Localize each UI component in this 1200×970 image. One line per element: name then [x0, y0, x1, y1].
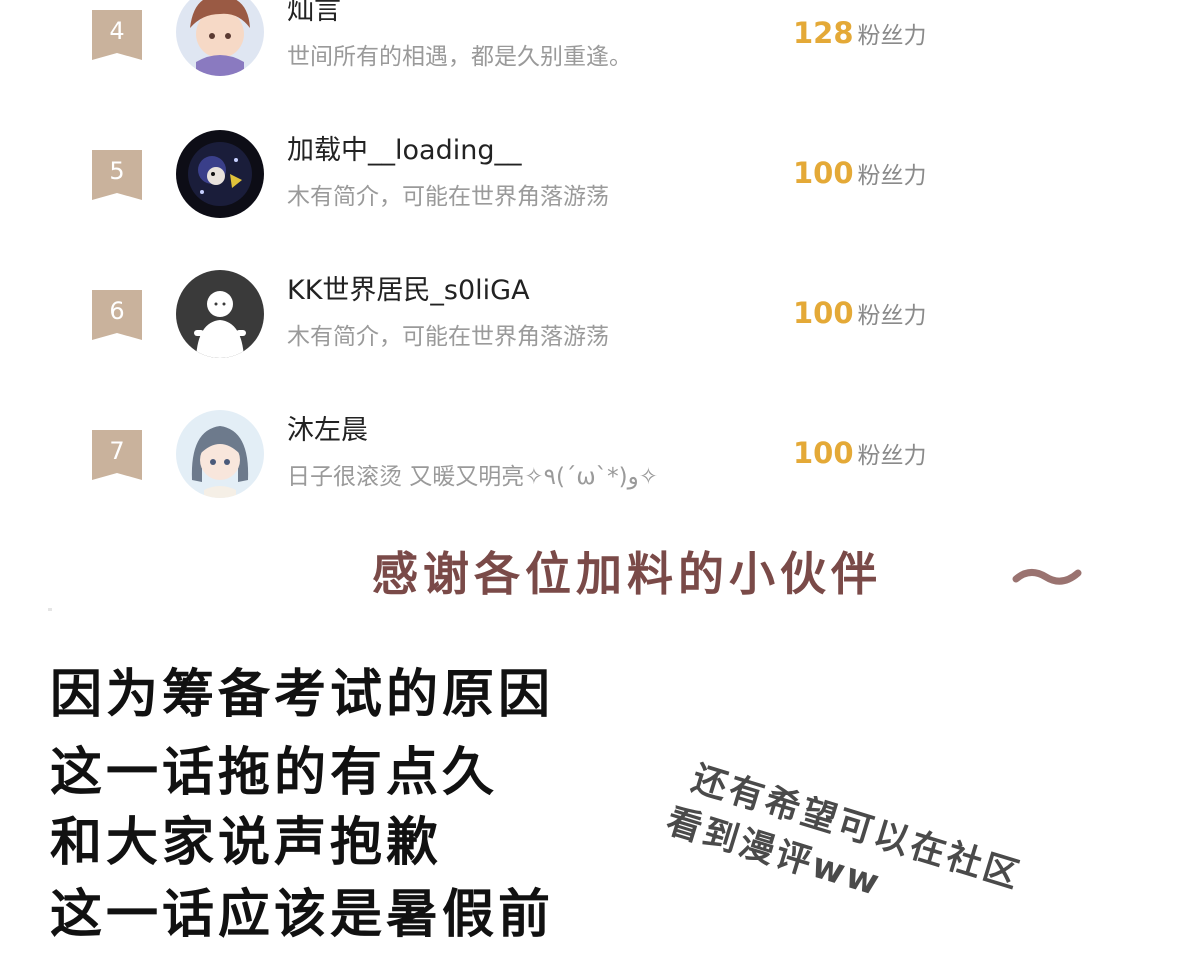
fans-power: 100 粉丝力 [793, 436, 927, 470]
user-bio: 木有简介，可能在世界角落游荡 [287, 184, 609, 210]
rank-number: 5 [109, 157, 125, 185]
anime-girl-avatar-icon [176, 410, 264, 498]
fans-value: 100 [793, 296, 854, 330]
anime-boy-avatar-icon [176, 0, 264, 76]
user-name[interactable]: KK世界居民_s0liGA [287, 274, 530, 308]
fans-value: 128 [793, 16, 854, 50]
fans-power: 128 粉丝力 [793, 16, 927, 50]
side-note: 还有希望可以在社区 看到漫评ww [662, 755, 1102, 970]
user-name[interactable]: 加载中__loading__ [287, 134, 521, 168]
avatar[interactable] [176, 410, 264, 498]
fans-power: 100 粉丝力 [793, 156, 927, 190]
fans-value: 100 [793, 436, 854, 470]
leaderboard-row[interactable]: 4 灿言 世间所有的相遇，都是久别重逢。 128 粉丝力 [0, 0, 1200, 140]
leaderboard-row[interactable]: 5 加载中__loading__ 木有简介，可能在世界角落游荡 100 粉丝力 [0, 130, 1200, 280]
rank-number: 7 [109, 437, 125, 465]
avatar[interactable] [176, 0, 264, 76]
user-bio: 木有简介，可能在世界角落游荡 [287, 324, 609, 350]
apology-line: 这一话应该是暑假前 [50, 885, 555, 945]
default-person-avatar-icon [176, 270, 264, 358]
rank-number: 4 [109, 17, 125, 45]
user-bio: 世间所有的相遇，都是久别重逢。 [287, 44, 632, 70]
rank-badge: 6 [92, 290, 142, 340]
fans-value: 100 [793, 156, 854, 190]
avatar[interactable] [176, 130, 264, 218]
fans-unit: 粉丝力 [857, 303, 927, 329]
tilde-squiggle-icon [1012, 569, 1082, 585]
fans-unit: 粉丝力 [857, 443, 927, 469]
fans-power: 100 粉丝力 [793, 296, 927, 330]
rank-badge: 7 [92, 430, 142, 480]
user-bio: 日子很滚烫 又暖又明亮✧٩(ˊωˋ*)و✧ [287, 464, 659, 490]
dark-cosmic-avatar-icon [176, 130, 264, 218]
thanks-caption: 感谢各位加料的小伙伴 [372, 547, 882, 601]
avatar[interactable] [176, 270, 264, 358]
rank-badge: 4 [92, 10, 142, 60]
apology-line: 和大家说声抱歉 [50, 813, 443, 873]
user-name[interactable]: 灿言 [287, 0, 341, 28]
fans-unit: 粉丝力 [857, 163, 927, 189]
apology-line: 因为筹备考试的原因 [50, 665, 555, 725]
rank-badge: 5 [92, 150, 142, 200]
apology-line: 这一话拖的有点久 [50, 743, 499, 803]
divider-dot [48, 608, 52, 611]
leaderboard-row[interactable]: 6 KK世界居民_s0liGA 木有简介，可能在世界角落游荡 100 粉丝力 [0, 270, 1200, 420]
fans-unit: 粉丝力 [857, 23, 927, 49]
user-name[interactable]: 沐左晨 [287, 414, 368, 448]
rank-number: 6 [109, 297, 125, 325]
